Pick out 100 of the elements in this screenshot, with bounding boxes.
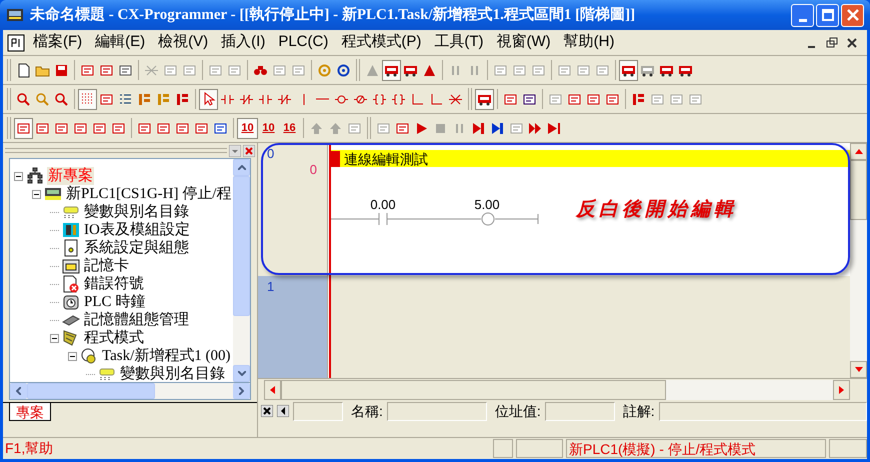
rung-number: 1 — [267, 280, 274, 294]
close-icon[interactable] — [261, 405, 273, 417]
scroll-thumb[interactable] — [850, 160, 867, 220]
restore-icon[interactable] — [825, 36, 839, 50]
collapse-icon[interactable] — [68, 352, 77, 360]
scroll-thumb[interactable] — [233, 176, 250, 316]
tree-item[interactable]: 記憶體組態管理 — [83, 311, 190, 329]
minimize-icon — [798, 18, 806, 22]
toolbar-button[interactable] — [382, 60, 401, 80]
minimize-button[interactable] — [791, 4, 814, 26]
window-icon — [503, 92, 518, 106]
tree-item[interactable]: 錯誤符號 — [83, 275, 145, 293]
fast-forward-icon — [528, 120, 543, 136]
close-icon[interactable] — [845, 36, 859, 50]
collapse-icon[interactable] — [50, 334, 59, 342]
toolbar-button[interactable] — [475, 88, 494, 110]
maximize-button[interactable] — [816, 4, 839, 26]
close-icon — [846, 9, 858, 21]
list-icon — [118, 92, 133, 106]
window-icon — [194, 120, 209, 136]
scroll-up-button[interactable] — [850, 143, 867, 160]
menu-item[interactable]: 視窗(W) — [496, 31, 551, 54]
dropdown-icon[interactable] — [229, 144, 241, 156]
toolbar-button[interactable]: 10 — [237, 118, 258, 138]
vertical-scrollbar[interactable] — [850, 143, 867, 378]
toolbar-button[interactable] — [619, 60, 638, 80]
rung-gutter[interactable]: 0 0 — [258, 143, 328, 276]
zoom-icon — [16, 92, 31, 106]
input-field[interactable] — [293, 402, 343, 420]
window-icon — [54, 120, 69, 136]
error-icon — [62, 275, 80, 293]
window-icon — [576, 62, 591, 78]
zoom-icon — [54, 92, 69, 106]
tree-item[interactable]: 記憶卡 — [83, 257, 130, 275]
right-arrow-icon — [839, 386, 844, 394]
input-field[interactable] — [658, 402, 867, 420]
horizontal-scrollbar[interactable] — [9, 383, 251, 400]
scroll-right-button[interactable] — [233, 383, 250, 399]
vertical-scrollbar[interactable] — [233, 159, 250, 382]
tree-item[interactable]: PLC 時鐘 — [83, 293, 146, 311]
window-icon — [73, 120, 88, 136]
scroll-left-button[interactable] — [264, 380, 281, 400]
window-icon — [688, 92, 703, 106]
scroll-down-button[interactable] — [233, 365, 250, 382]
menu-item[interactable]: 插入(I) — [221, 31, 266, 54]
annotation-text: 反白後開始編輯 — [576, 197, 737, 222]
rung-comment-bar[interactable]: 連線編輯測試 — [331, 150, 850, 167]
run-icon — [414, 120, 429, 136]
tree-item[interactable]: IO表及模組設定 — [83, 221, 191, 239]
input-field[interactable] — [386, 402, 487, 420]
tree-item[interactable]: 新PLC1[CS1G-H] 停止/程 — [65, 185, 232, 203]
window-icon — [163, 62, 178, 78]
plc-icon — [44, 185, 62, 203]
maximize-icon — [822, 9, 834, 21]
scroll-down-button[interactable] — [850, 361, 867, 378]
scroll-thumb[interactable] — [27, 383, 155, 399]
collapse-icon[interactable] — [32, 190, 41, 198]
scroll-left-button[interactable] — [10, 383, 27, 399]
window-icon — [669, 92, 684, 106]
scroll-up-button[interactable] — [233, 159, 250, 176]
input-field[interactable] — [544, 402, 615, 420]
scroll-thumb[interactable] — [281, 380, 666, 400]
panel-tab[interactable]: 專案 — [9, 403, 51, 421]
tree-item[interactable]: 變數與別名目錄 — [119, 365, 226, 382]
tree-item[interactable]: 程式模式 — [83, 329, 145, 347]
document-icon — [7, 34, 25, 52]
tree-item[interactable]: Task/新增程式1 (00) — [101, 347, 232, 365]
window-icon — [156, 120, 171, 136]
toolbar-button[interactable]: 16 — [279, 118, 300, 138]
app-icon — [6, 7, 24, 23]
left-arrow-icon[interactable] — [277, 405, 289, 417]
menu-item[interactable]: 編輯(E) — [95, 31, 146, 54]
collapse-icon[interactable] — [14, 172, 23, 180]
window-icon — [213, 120, 228, 136]
menu-item[interactable]: 檔案(F) — [33, 31, 82, 54]
step-icon — [471, 120, 486, 136]
menu-item[interactable]: 工具(T) — [434, 31, 484, 54]
menu-item[interactable]: 幫助(H) — [564, 31, 614, 54]
rung-gutter[interactable]: 1 — [258, 276, 328, 378]
close-button[interactable] — [841, 4, 864, 26]
grid-icon — [80, 92, 95, 106]
coil-symbol[interactable] — [435, 212, 539, 226]
tree-item[interactable]: 變數與別名目錄 — [83, 203, 190, 221]
delete-line-icon — [144, 62, 159, 78]
contact-symbol[interactable] — [331, 212, 435, 226]
window-icon — [531, 62, 546, 78]
triangle-icon — [422, 62, 437, 78]
menu-item[interactable]: PLC(C) — [278, 31, 328, 54]
window-title: 未命名標題 - CX-Programmer - [[執行停止中] - 新PLC1.Task/新增程式1.程式區間1 [階梯圖]] — [30, 5, 636, 25]
horizontal-line-icon — [316, 98, 329, 100]
menu-item[interactable]: 檢視(V) — [158, 31, 208, 54]
menu-item[interactable]: 程式模式(P) — [341, 31, 422, 54]
scroll-right-button[interactable] — [833, 380, 850, 400]
tree-item[interactable]: 系統設定與組態 — [83, 239, 190, 257]
toolbar-button[interactable]: 10 — [258, 118, 279, 138]
window-icon — [99, 62, 114, 78]
window-icon — [509, 120, 524, 136]
window-icon — [376, 120, 391, 136]
horizontal-scrollbar[interactable] — [258, 378, 867, 400]
window-icon — [208, 62, 223, 78]
